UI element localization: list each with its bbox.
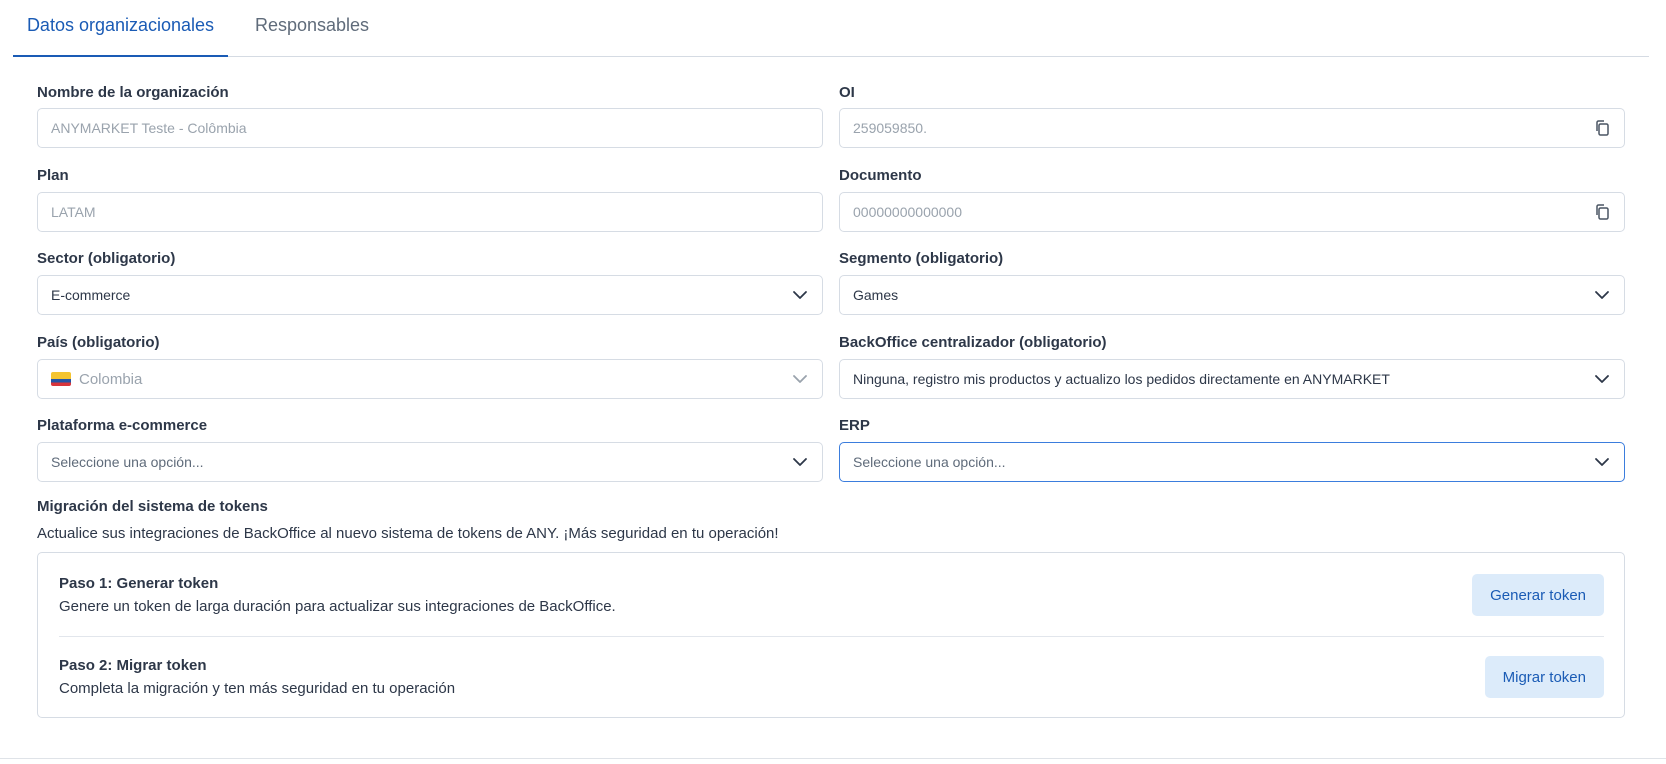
- step-divider: [59, 636, 1604, 637]
- pais-value: Colombia: [79, 370, 143, 388]
- sector-select[interactable]: E-commerce: [37, 275, 823, 315]
- chevron-down-icon: [791, 370, 809, 388]
- chevron-down-icon: [1593, 286, 1611, 304]
- erp-placeholder: Seleccione una opción...: [853, 454, 1006, 470]
- chevron-down-icon: [791, 286, 809, 304]
- step-1-title: Paso 1: Generar token: [59, 575, 219, 592]
- org-name-field[interactable]: ANYMARKET Teste - Colômbia: [37, 108, 823, 148]
- plataforma-label: Plataforma e-commerce: [37, 417, 208, 434]
- bottom-divider: [0, 758, 1666, 759]
- tab-datos-organizacionales[interactable]: Datos organizacionales: [13, 0, 228, 57]
- sector-value: E-commerce: [51, 287, 131, 303]
- org-name-value: ANYMARKET Teste - Colômbia: [51, 120, 247, 136]
- documento-field[interactable]: 00000000000000: [839, 192, 1625, 232]
- plataforma-select[interactable]: Seleccione una opción...: [37, 442, 823, 482]
- tab-responsables[interactable]: Responsables: [228, 0, 396, 57]
- oi-value: 259059850.: [853, 120, 927, 136]
- step-2-description: Completa la migración y ten más segurida…: [59, 680, 456, 697]
- erp-select[interactable]: Seleccione una opción...: [839, 442, 1625, 482]
- colombia-flag-icon: [51, 372, 71, 386]
- sector-label: Sector (obligatorio): [37, 250, 176, 267]
- chevron-down-icon: [1593, 453, 1611, 471]
- segmento-select[interactable]: Games: [839, 275, 1625, 315]
- migration-steps-box: Paso 1: Generar token Genere un token de…: [37, 552, 1625, 718]
- oi-field[interactable]: 259059850.: [839, 108, 1625, 148]
- copy-icon[interactable]: [1593, 203, 1611, 221]
- migration-description: Actualice sus integraciones de BackOffic…: [37, 525, 779, 542]
- step-2-title: Paso 2: Migrar token: [59, 657, 207, 674]
- generar-token-button[interactable]: Generar token: [1472, 574, 1604, 616]
- copy-icon[interactable]: [1593, 119, 1611, 137]
- pais-select[interactable]: Colombia: [37, 359, 823, 399]
- oi-label: OI: [839, 84, 855, 101]
- migration-title: Migración del sistema de tokens: [37, 498, 268, 515]
- plan-label: Plan: [37, 167, 69, 184]
- chevron-down-icon: [1593, 370, 1611, 388]
- plataforma-placeholder: Seleccione una opción...: [51, 454, 204, 470]
- plan-field[interactable]: LATAM: [37, 192, 823, 232]
- pais-label: País (obligatorio): [37, 334, 160, 351]
- documento-value: 00000000000000: [853, 204, 963, 220]
- migrar-token-button[interactable]: Migrar token: [1484, 656, 1604, 698]
- org-name-label: Nombre de la organización: [37, 84, 229, 101]
- backoffice-value: Ninguna, registro mis productos y actual…: [853, 371, 1390, 387]
- documento-label: Documento: [839, 167, 922, 184]
- erp-label: ERP: [839, 417, 870, 434]
- backoffice-select[interactable]: Ninguna, registro mis productos y actual…: [839, 359, 1625, 399]
- plan-value: LATAM: [51, 204, 96, 220]
- chevron-down-icon: [791, 453, 809, 471]
- segmento-label: Segmento (obligatorio): [839, 250, 1004, 267]
- step-1-description: Genere un token de larga duración para a…: [59, 598, 616, 615]
- backoffice-label: BackOffice centralizador (obligatorio): [839, 334, 1107, 351]
- tab-bar: Datos organizacionales Responsables: [13, 0, 1649, 57]
- segmento-value: Games: [853, 287, 899, 303]
